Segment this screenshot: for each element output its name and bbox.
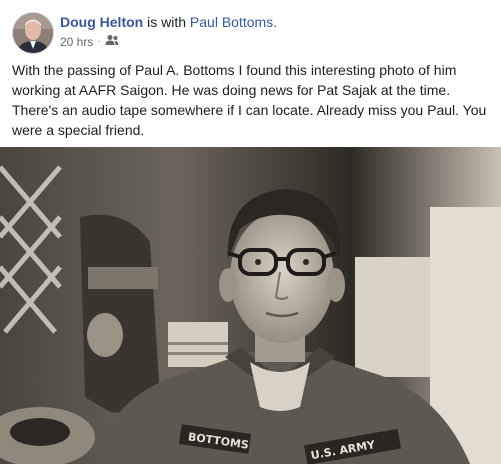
post-header: Doug Helton is with Paul Bottoms. <box>60 14 277 30</box>
author-avatar[interactable] <box>12 12 54 54</box>
post-meta: 20 hrs · <box>60 34 119 49</box>
timestamp-link[interactable]: 20 hrs <box>60 35 93 49</box>
vintage-photo-of-soldier: BOTTOMS U.S. ARMY <box>0 147 501 464</box>
author-name-link[interactable]: Doug Helton <box>60 14 143 30</box>
tagged-person-link[interactable]: Paul Bottoms. <box>190 14 277 30</box>
avatar-image <box>13 13 53 53</box>
facebook-post: Doug Helton is with Paul Bottoms. 20 hrs… <box>0 0 501 464</box>
friends-icon[interactable] <box>105 34 119 49</box>
with-text: is with <box>147 14 187 30</box>
post-body-text: With the passing of Paul A. Bottoms I fo… <box>12 62 487 138</box>
post-photo[interactable]: BOTTOMS U.S. ARMY <box>0 147 501 464</box>
meta-separator: · <box>97 36 101 47</box>
